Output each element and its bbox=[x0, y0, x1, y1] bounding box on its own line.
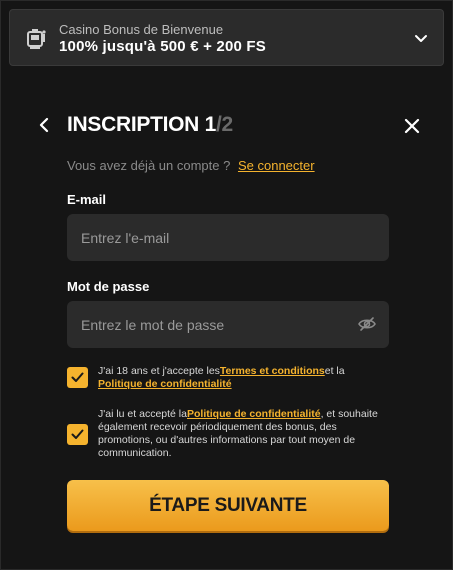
eye-off-icon[interactable] bbox=[358, 316, 376, 332]
terms-link[interactable]: Termes et conditions bbox=[220, 365, 325, 377]
privacy-policy-link[interactable]: Politique de confidentialité bbox=[98, 378, 232, 390]
email-label: E-mail bbox=[67, 192, 107, 207]
page-title: INSCRIPTION 1/2 bbox=[67, 113, 233, 137]
step-indicator: /2 bbox=[215, 113, 233, 136]
bonus-headline: 100% jusqu'à 500 € + 200 FS bbox=[59, 38, 266, 55]
title-text: INSCRIPTION 1 bbox=[67, 113, 216, 136]
age-terms-consent: J'ai 18 ans et j'accepte lesTermes et co… bbox=[98, 365, 368, 391]
password-field[interactable] bbox=[67, 301, 389, 348]
back-arrow-icon[interactable] bbox=[37, 117, 51, 133]
password-label: Mot de passe bbox=[67, 279, 150, 294]
slot-machine-icon bbox=[27, 29, 46, 49]
account-prompt-text: Vous avez déjà un compte ? bbox=[67, 158, 231, 173]
existing-account-prompt: Vous avez déjà un compte ? Se connecter bbox=[67, 158, 315, 173]
consent1-text-before: J'ai 18 ans et j'accepte les bbox=[98, 365, 220, 377]
marketing-consent: J'ai lu et accepté laPolitique de confid… bbox=[98, 408, 390, 460]
checkmark-icon bbox=[71, 429, 84, 439]
registration-modal: Casino Bonus de Bienvenue 100% jusqu'à 5… bbox=[0, 0, 453, 570]
email-field[interactable] bbox=[67, 214, 389, 261]
next-step-button[interactable]: ÉTAPE SUIVANTE bbox=[67, 480, 389, 531]
bonus-subtitle: Casino Bonus de Bienvenue bbox=[59, 22, 224, 37]
checkmark-icon bbox=[71, 372, 84, 382]
age-terms-checkbox[interactable] bbox=[67, 367, 88, 388]
login-link[interactable]: Se connecter bbox=[238, 158, 315, 173]
consent2-text-before: J'ai lu et accepté la bbox=[98, 408, 187, 420]
chevron-down-icon bbox=[415, 35, 427, 42]
consent1-text-mid: et la bbox=[324, 365, 345, 377]
close-icon[interactable] bbox=[404, 118, 420, 134]
privacy-policy-link-2[interactable]: Politique de confidentialité bbox=[187, 408, 321, 420]
marketing-consent-checkbox[interactable] bbox=[67, 424, 88, 445]
welcome-bonus-dropdown[interactable]: Casino Bonus de Bienvenue 100% jusqu'à 5… bbox=[9, 9, 444, 66]
